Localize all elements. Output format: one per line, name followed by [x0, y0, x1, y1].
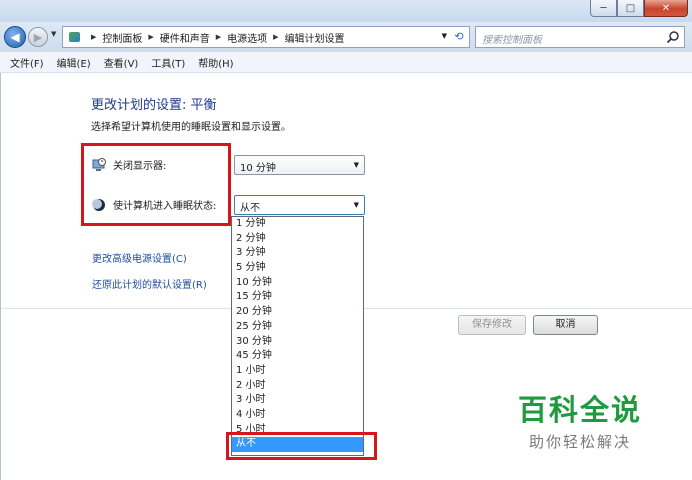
- close-button[interactable]: ✕: [644, 0, 688, 17]
- chevron-right-icon[interactable]: ▶: [273, 33, 278, 41]
- chevron-down-icon: ▼: [353, 161, 359, 169]
- list-item[interactable]: 25 分钟: [232, 320, 363, 335]
- page-subtitle: 选择希望计算机使用的睡眠设置和显示设置。: [91, 122, 291, 133]
- list-item[interactable]: 20 分钟: [232, 305, 363, 320]
- list-item[interactable]: 2 小时: [232, 379, 363, 394]
- refresh-icon[interactable]: ⟲: [451, 29, 467, 45]
- list-item[interactable]: 45 分钟: [232, 349, 363, 364]
- window-controls: ─ □ ✕: [590, 0, 688, 17]
- search-placeholder: 搜索控制面板: [482, 35, 542, 46]
- sleep-select[interactable]: 从不 ▼: [234, 195, 365, 215]
- recent-pages-dropdown-icon[interactable]: ▼: [51, 30, 56, 38]
- chevron-down-icon: ▼: [353, 201, 359, 209]
- menu-help[interactable]: 帮助(H): [198, 55, 233, 70]
- forward-button[interactable]: ▶: [28, 27, 48, 47]
- address-field[interactable]: ▶ 控制面板 ▶ 硬件和声音 ▶ 电源选项 ▶ 编辑计划设置 ▼ ⟲: [62, 26, 470, 48]
- control-panel-icon: [67, 30, 83, 44]
- watermark-subtitle: 助你轻松解决: [529, 433, 632, 451]
- title-bar: ─ □ ✕: [0, 0, 692, 22]
- menu-file[interactable]: 文件(F): [10, 55, 44, 70]
- menu-view[interactable]: 查看(V): [104, 55, 139, 70]
- restore-defaults-link[interactable]: 还原此计划的默认设置(R): [92, 276, 207, 291]
- menu-bar: 文件(F) 编辑(E) 查看(V) 工具(T) 帮助(H): [0, 52, 692, 73]
- list-item[interactable]: 15 分钟: [232, 290, 363, 305]
- cancel-button[interactable]: 取消: [533, 315, 598, 335]
- menu-tools[interactable]: 工具(T): [151, 55, 185, 70]
- breadcrumb-power-options[interactable]: 电源选项: [227, 30, 267, 45]
- chevron-right-icon[interactable]: ▶: [148, 33, 153, 41]
- display-off-select[interactable]: 10 分钟 ▼: [234, 155, 365, 175]
- list-item[interactable]: 1 分钟: [232, 217, 363, 232]
- list-item[interactable]: 30 分钟: [232, 335, 363, 350]
- advanced-power-settings-link[interactable]: 更改高级电源设置(C): [92, 250, 187, 265]
- list-item[interactable]: 3 小时: [232, 393, 363, 408]
- search-input[interactable]: 搜索控制面板: [475, 26, 685, 48]
- menu-edit[interactable]: 编辑(E): [57, 55, 91, 70]
- sleep-value: 从不: [240, 203, 260, 214]
- watermark-title: 百科全说: [518, 393, 643, 427]
- breadcrumb-edit-plan[interactable]: 编辑计划设置: [285, 30, 345, 45]
- list-item[interactable]: 2 分钟: [232, 232, 363, 247]
- maximize-button[interactable]: □: [617, 0, 644, 17]
- list-item[interactable]: 1 小时: [232, 364, 363, 379]
- chevron-right-icon[interactable]: ▶: [216, 33, 221, 41]
- breadcrumb-control-panel[interactable]: 控制面板: [102, 30, 142, 45]
- search-icon[interactable]: [666, 30, 680, 44]
- chevron-right-icon[interactable]: ▶: [91, 33, 96, 41]
- watermark-logo: 百科全说 助你轻松解决: [518, 387, 642, 452]
- chevron-down-icon[interactable]: ▼: [442, 32, 447, 40]
- sleep-options-list[interactable]: 1 分钟 2 分钟 3 分钟 5 分钟 10 分钟 15 分钟 20 分钟 25…: [231, 216, 364, 456]
- list-item[interactable]: 3 分钟: [232, 246, 363, 261]
- page-title: 更改计划的设置: 平衡: [91, 98, 217, 113]
- list-item[interactable]: 10 分钟: [232, 276, 363, 291]
- list-item[interactable]: 4 小时: [232, 408, 363, 423]
- address-bar-area: ◀ ▶ ▼ ▶ 控制面板 ▶ 硬件和声音 ▶ 电源选项 ▶ 编辑计划设置 ▼ ⟲…: [0, 22, 692, 52]
- highlight-box-never: [226, 432, 377, 460]
- breadcrumb-hardware-sound[interactable]: 硬件和声音: [160, 30, 210, 45]
- save-button[interactable]: 保存修改: [458, 315, 526, 335]
- minimize-button[interactable]: ─: [590, 0, 617, 17]
- highlight-box-settings: [81, 143, 231, 226]
- list-item[interactable]: 5 分钟: [232, 261, 363, 276]
- back-button[interactable]: ◀: [4, 26, 26, 48]
- display-off-value: 10 分钟: [240, 163, 276, 174]
